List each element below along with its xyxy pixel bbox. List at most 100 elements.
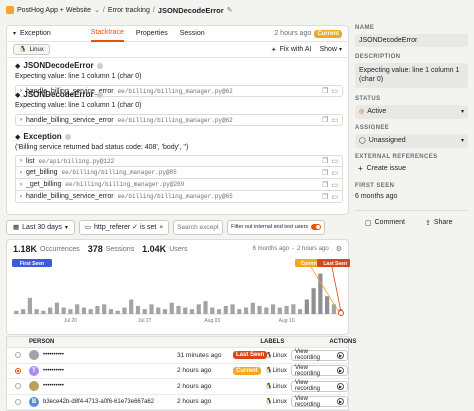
chart-bar[interactable] xyxy=(48,307,53,314)
copy-icon[interactable]: ❐ xyxy=(322,193,328,201)
chart-bar[interactable] xyxy=(189,309,195,314)
chart-bar[interactable] xyxy=(108,309,114,314)
chart-bar[interactable] xyxy=(264,307,269,314)
chart-bar[interactable] xyxy=(34,309,39,314)
radio-button[interactable] xyxy=(15,367,21,374)
chevron-down-icon[interactable]: ⌄ xyxy=(94,6,100,14)
chart-bar[interactable] xyxy=(81,307,87,314)
expand-icon[interactable]: ▾ xyxy=(13,30,16,37)
chart-bar[interactable] xyxy=(291,304,296,314)
stack-frame[interactable]: › handle_billing_service_error ee/billing/… xyxy=(15,114,343,126)
copy-icon[interactable]: ❐ xyxy=(322,116,328,124)
breadcrumb-project[interactable]: PostHog App + Website xyxy=(17,7,91,14)
gear-icon[interactable]: ⚙ xyxy=(336,245,342,253)
show-dropdown[interactable]: Show xyxy=(319,46,337,53)
person-name[interactable]: •••••••••• xyxy=(43,383,64,389)
tab-session[interactable]: Session xyxy=(180,30,205,37)
stack-frame[interactable]: › _get_billing ee/billing/billing_manager.… xyxy=(15,179,343,191)
chart-bar[interactable] xyxy=(223,305,228,314)
copy-icon[interactable]: ❐ xyxy=(322,169,328,177)
chart-bar[interactable] xyxy=(68,309,73,314)
chart-bar[interactable] xyxy=(183,307,188,314)
chart-bar[interactable] xyxy=(270,304,276,314)
collapse-icon[interactable]: ▭ xyxy=(331,193,338,201)
comment-button[interactable]: ▢ Comment xyxy=(365,219,405,227)
person-name[interactable]: b3ece42b-d8f4-4713-a0f6-61e73e667a62 xyxy=(43,399,154,405)
chart-bar[interactable] xyxy=(54,302,60,314)
copy-icon[interactable]: ❐ xyxy=(322,181,328,189)
chart-bar[interactable] xyxy=(277,307,282,314)
chart-bar[interactable] xyxy=(237,309,242,314)
chart-bar[interactable] xyxy=(14,310,19,314)
chart-bar[interactable] xyxy=(196,304,201,314)
chart-bar[interactable] xyxy=(216,309,222,314)
info-icon[interactable] xyxy=(96,91,103,98)
collapse-icon[interactable]: ▭ xyxy=(331,169,338,177)
tab-stacktrace[interactable]: Stacktrace xyxy=(90,26,124,42)
chart-bar[interactable] xyxy=(142,309,147,314)
chart-bar[interactable] xyxy=(284,305,289,314)
chart-bar[interactable] xyxy=(243,307,249,314)
chart-bar[interactable] xyxy=(297,309,303,314)
chart-bar[interactable] xyxy=(102,304,107,314)
info-icon[interactable] xyxy=(96,62,103,69)
radio-button[interactable] xyxy=(15,352,21,359)
stack-frame[interactable]: › list ee/api/billing.py@122 ❐ ▭ xyxy=(15,155,343,167)
view-recording-button[interactable]: View recording ▶ xyxy=(291,349,348,361)
assignee-select[interactable]: ◯ Unassigned ▾ xyxy=(355,133,468,148)
chart-bar[interactable] xyxy=(162,309,168,314)
chart-bar[interactable] xyxy=(95,305,100,314)
fix-with-ai-button[interactable]: Fix with AI xyxy=(280,46,312,53)
chart-bar[interactable] xyxy=(75,304,80,314)
radio-button[interactable] xyxy=(15,398,21,405)
create-issue-button[interactable]: + Create issue xyxy=(355,164,468,173)
chart-bar[interactable] xyxy=(230,304,235,314)
property-filter-chip[interactable]: ▭ http_referer ✓ is set × xyxy=(78,219,170,235)
table-row[interactable]: Bb3ece42b-d8f4-4713-a0f6-61e73e667a62 2 h… xyxy=(7,395,348,410)
chart-bar[interactable] xyxy=(27,297,32,314)
chart-bar[interactable] xyxy=(156,307,161,314)
table-row[interactable]: •••••••••• 2 hours ago 🐧Linux View recordin… xyxy=(7,379,348,395)
chart-bar[interactable] xyxy=(115,310,120,314)
stack-frame[interactable]: › handle_billing_service_error ee/billing/… xyxy=(15,191,343,203)
share-button[interactable]: ⇪ Share xyxy=(425,219,453,227)
chart-bar[interactable] xyxy=(169,302,174,314)
collapse-icon[interactable]: ▭ xyxy=(331,181,338,189)
view-recording-button[interactable]: View recording ▶ xyxy=(291,396,348,408)
chart-bar[interactable] xyxy=(149,304,154,314)
chart-bar[interactable] xyxy=(129,299,134,314)
chart-bar[interactable] xyxy=(210,307,215,314)
copy-icon[interactable]: ❐ xyxy=(322,157,328,165)
date-range-picker[interactable]: ▦ Last 30 days ▾ xyxy=(6,219,75,235)
name-value[interactable]: JSONDecodeError xyxy=(355,34,468,47)
chart-bar[interactable] xyxy=(311,288,316,314)
status-select[interactable]: ◎ Active ▾ xyxy=(355,104,468,119)
filter-internal-toggle[interactable]: Filter out internal and test users xyxy=(227,219,326,235)
chart-bar[interactable] xyxy=(61,307,66,314)
table-row[interactable]: •••••••••• 31 minutes ago Last Seen 🐧Linux V… xyxy=(7,348,348,364)
chart-bar[interactable] xyxy=(21,309,26,314)
chart-bar[interactable] xyxy=(250,302,255,314)
search-input[interactable] xyxy=(173,219,224,235)
breadcrumb-section[interactable]: Error tracking xyxy=(108,7,150,14)
chart-bar[interactable] xyxy=(176,305,181,314)
collapse-icon[interactable]: ▭ xyxy=(331,157,338,165)
chart-bar[interactable] xyxy=(135,305,141,314)
chart-bar[interactable] xyxy=(325,296,330,314)
chart-bar[interactable] xyxy=(122,307,127,314)
radio-button[interactable] xyxy=(15,383,21,390)
info-icon[interactable] xyxy=(64,133,71,140)
edit-icon[interactable]: ✎ xyxy=(227,6,233,14)
chevron-down-icon[interactable]: ▾ xyxy=(339,46,342,53)
person-name[interactable]: •••••••••• xyxy=(43,368,64,374)
chart-bar[interactable] xyxy=(203,301,208,314)
chart-bar[interactable] xyxy=(257,305,262,314)
close-icon[interactable]: × xyxy=(159,224,163,231)
person-name[interactable]: •••••••••• xyxy=(43,352,64,358)
stack-frame[interactable]: › get_billing ee/billing/billing_manager.p… xyxy=(15,167,343,179)
description-value[interactable]: Expecting value: line 1 column 1 (char 0… xyxy=(355,63,468,88)
view-recording-button[interactable]: View recording ▶ xyxy=(291,380,348,392)
chart-bar[interactable] xyxy=(88,309,93,314)
tab-properties[interactable]: Properties xyxy=(136,30,168,37)
chart-bar[interactable] xyxy=(304,299,309,314)
